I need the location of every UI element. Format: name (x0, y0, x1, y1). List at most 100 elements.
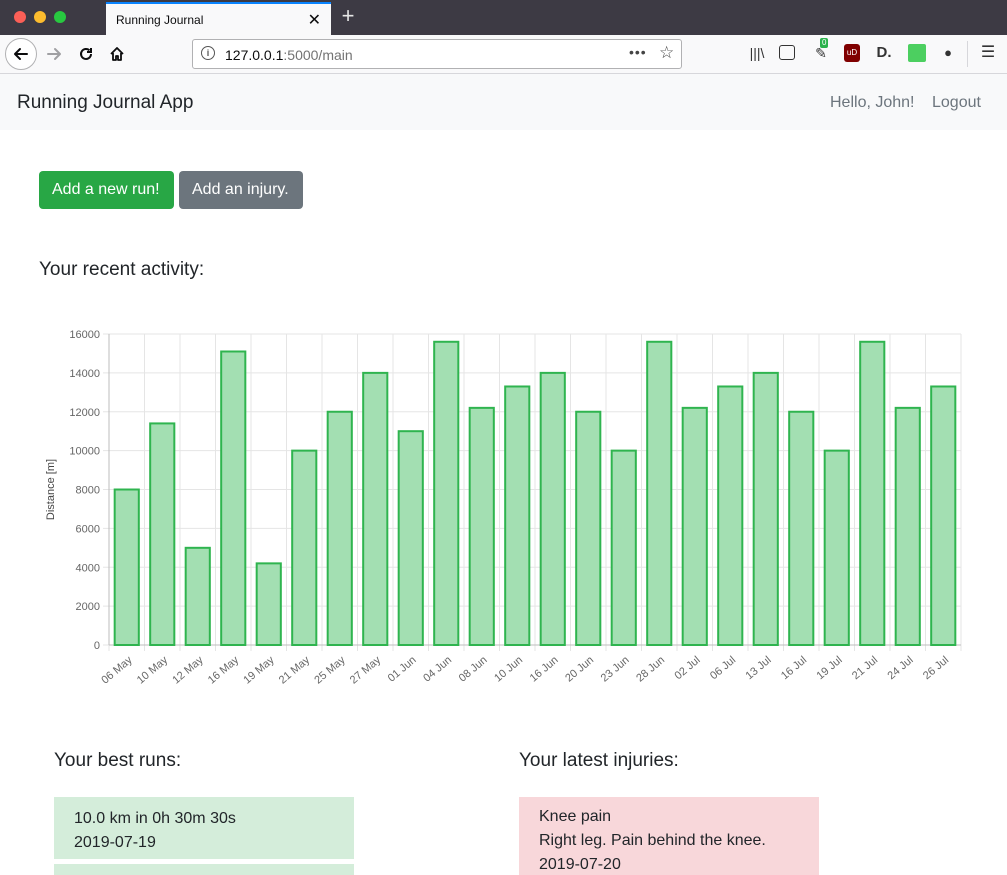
best-run-card (54, 864, 354, 875)
dots-extension-icon[interactable]: ● (939, 44, 957, 62)
window-close-button[interactable] (14, 11, 26, 23)
hamburger-menu-icon[interactable]: ☰ (979, 44, 997, 62)
bar (291, 449, 318, 646)
bar (362, 371, 389, 646)
bar (717, 385, 744, 646)
x-tick-label: 06 Jul (708, 654, 738, 682)
bar (894, 406, 921, 646)
toolbar-separator (967, 41, 968, 67)
best-run-summary: 10.0 km in 0h 30m 30s (74, 810, 236, 827)
add-run-button[interactable]: Add a new run! (39, 171, 174, 209)
arrow-left-icon (14, 48, 28, 60)
bar (468, 406, 495, 646)
logout-link[interactable]: Logout (932, 94, 981, 112)
x-tick-label: 01 Jun (386, 654, 419, 684)
y-tick-label: 4000 (76, 562, 100, 574)
x-tick-label: 10 May (135, 654, 171, 687)
bar (575, 410, 602, 646)
bar (646, 340, 673, 647)
back-button[interactable] (5, 38, 37, 70)
tab-title: Running Journal (116, 13, 204, 27)
d-extension-icon[interactable]: D. (875, 44, 893, 62)
sidebar-icon[interactable] (779, 45, 795, 60)
x-tick-label: 25 May (312, 654, 348, 687)
site-info-icon[interactable]: i (201, 46, 215, 60)
browser-toolbar: i 127.0.0.1:5000/main ••• ☆ |||\ ✎ 0 uD D… (0, 35, 1007, 74)
extension-badge: 0 (820, 38, 829, 48)
x-tick-label: 16 Jul (779, 654, 809, 682)
injuries-heading: Your latest injuries: (519, 750, 679, 771)
ublock-icon[interactable]: uD (844, 44, 860, 62)
window-maximize-button[interactable] (54, 11, 66, 23)
x-tick-label: 20 Jun (563, 654, 596, 684)
reload-icon (80, 47, 92, 60)
injury-card: Knee pain Right leg. Pain behind the kne… (519, 797, 819, 875)
best-runs-heading: Your best runs: (54, 750, 182, 771)
bar (539, 371, 566, 646)
y-tick-label: 14000 (69, 368, 100, 380)
best-run-date: 2019-07-19 (74, 834, 156, 851)
tab-close-icon[interactable]: ✕ (308, 10, 321, 30)
y-tick-label: 0 (94, 640, 100, 652)
injury-date: 2019-07-20 (539, 856, 621, 873)
bar (184, 546, 211, 646)
bar (610, 449, 637, 646)
bar (433, 340, 460, 647)
x-tick-label: 16 Jun (528, 654, 561, 684)
x-tick-label: 16 May (206, 654, 242, 687)
x-tick-label: 26 Jul (921, 654, 951, 682)
url-path: :5000/main (283, 47, 353, 63)
url-host: 127.0.0.1 (225, 47, 284, 63)
x-tick-label: 10 Jun (492, 654, 525, 684)
url-bar[interactable]: i 127.0.0.1:5000/main ••• ☆ (192, 39, 682, 69)
bar (397, 430, 424, 646)
x-tick-label: 23 Jun (599, 654, 632, 684)
reload-button[interactable] (72, 40, 100, 68)
injury-title: Knee pain (539, 808, 612, 825)
bar (859, 340, 886, 647)
y-tick-label: 8000 (76, 485, 100, 497)
app-brand[interactable]: Running Journal App (17, 92, 193, 114)
x-tick-label: 08 Jun (457, 654, 490, 684)
y-tick-label: 16000 (69, 329, 100, 341)
activity-heading: Your recent activity: (39, 259, 205, 280)
bar (752, 371, 779, 646)
url-text[interactable]: 127.0.0.1:5000/main (225, 47, 353, 63)
y-axis-label: Distance [m] (45, 459, 57, 520)
forward-button[interactable] (40, 40, 68, 68)
new-tab-button[interactable]: + (338, 3, 358, 29)
bar (326, 410, 353, 646)
browser-tab-bar: Running Journal ✕ + (0, 0, 1007, 35)
bar (255, 562, 282, 646)
x-tick-label: 19 May (241, 654, 277, 687)
library-icon[interactable]: |||\ (748, 44, 766, 62)
bar (113, 488, 140, 646)
x-tick-label: 27 May (348, 654, 384, 687)
extension-icon[interactable]: ✎ 0 (812, 38, 830, 62)
window-minimize-button[interactable] (34, 11, 46, 23)
bar (788, 410, 815, 646)
browser-tab[interactable]: Running Journal ✕ (106, 2, 331, 35)
x-tick-label: 19 Jul (814, 654, 844, 682)
user-greeting-link[interactable]: Hello, John! (830, 94, 915, 112)
y-tick-label: 12000 (69, 407, 100, 419)
add-injury-button[interactable]: Add an injury. (179, 171, 303, 209)
bookmark-star-icon[interactable]: ☆ (659, 43, 674, 63)
x-tick-label: 02 Jul (672, 654, 702, 682)
bar (823, 449, 850, 646)
y-tick-label: 10000 (69, 446, 100, 458)
x-tick-label: 04 Jun (421, 654, 454, 684)
arrow-right-icon (47, 48, 61, 60)
app-navbar: Running Journal App Hello, John! Logout (0, 74, 1007, 130)
page-actions-icon[interactable]: ••• (629, 44, 647, 60)
x-tick-label: 06 May (99, 654, 135, 687)
x-tick-label: 24 Jul (885, 654, 915, 682)
best-run-card: 10.0 km in 0h 30m 30s 2019-07-19 (54, 797, 354, 859)
x-tick-label: 21 Jul (850, 654, 880, 682)
x-tick-label: 21 May (277, 654, 313, 687)
bar (220, 350, 247, 647)
bar (504, 385, 531, 646)
bar (149, 422, 176, 646)
sheet-extension-icon[interactable] (908, 44, 926, 62)
home-button[interactable] (103, 40, 131, 68)
